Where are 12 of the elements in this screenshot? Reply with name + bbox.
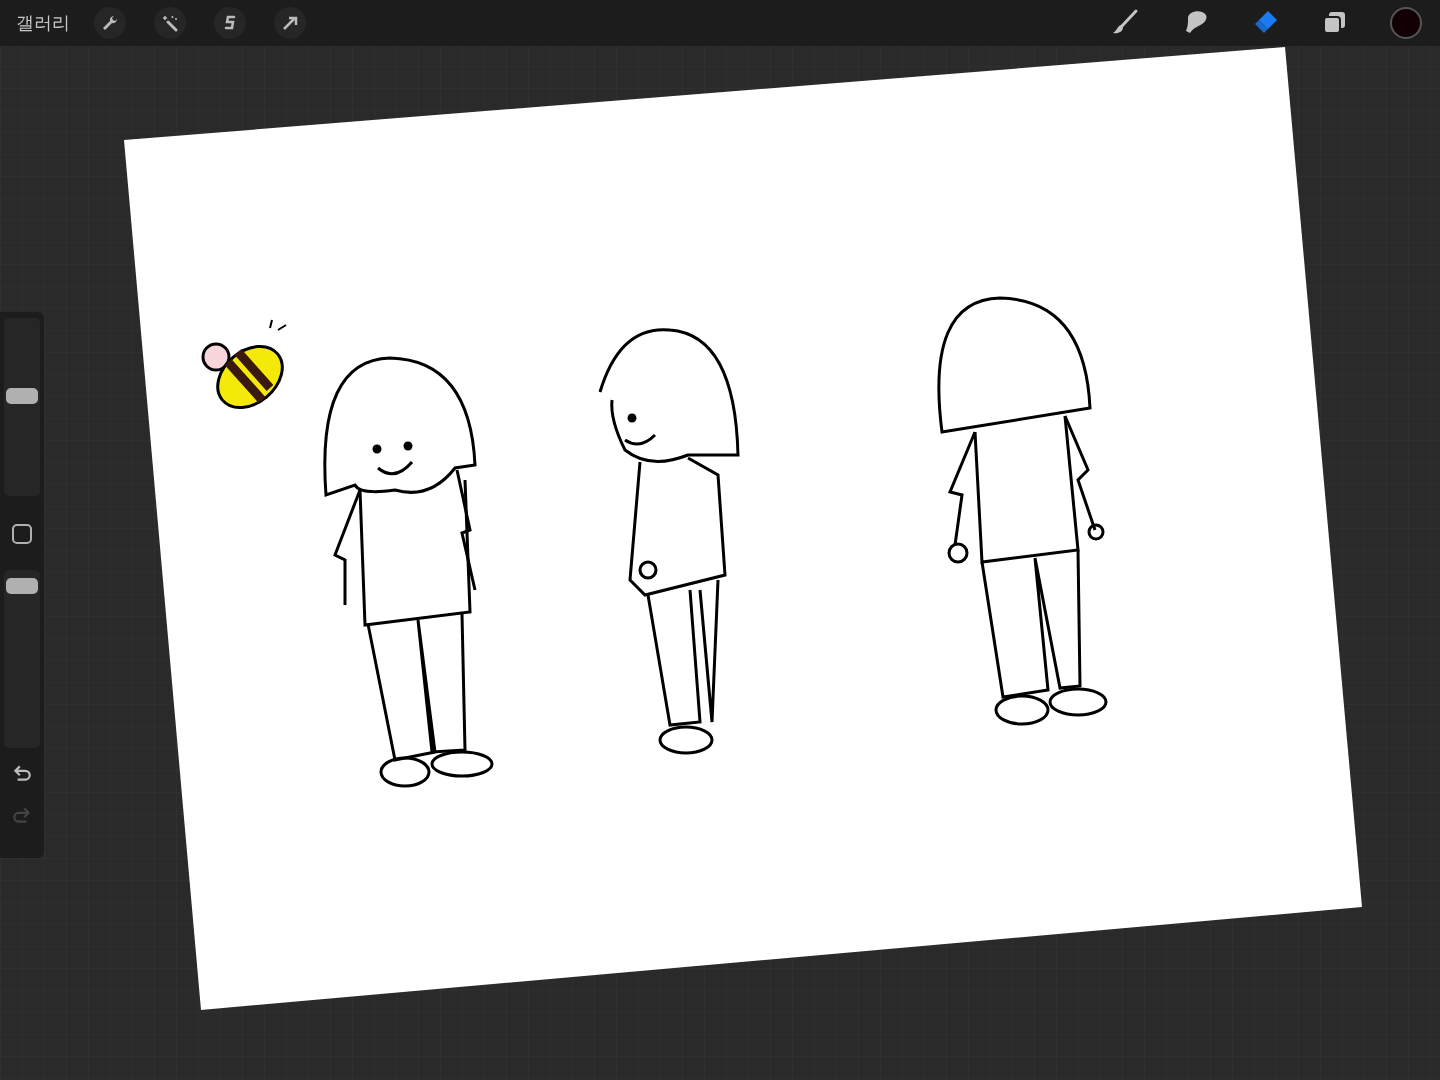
opacity-slider[interactable] <box>4 570 40 748</box>
brush-size-slider[interactable] <box>4 318 40 496</box>
gallery-link[interactable]: 갤러리 <box>16 9 70 37</box>
wrench-button[interactable] <box>94 7 126 39</box>
modify-button[interactable] <box>12 524 32 544</box>
color-swatch[interactable] <box>1390 7 1422 39</box>
selection-button[interactable] <box>214 7 246 39</box>
slider-thumb[interactable] <box>6 387 38 404</box>
slider-thumb[interactable] <box>6 578 38 595</box>
wand-icon <box>160 13 180 33</box>
transform-button[interactable] <box>274 7 306 39</box>
wand-button[interactable] <box>154 7 186 39</box>
